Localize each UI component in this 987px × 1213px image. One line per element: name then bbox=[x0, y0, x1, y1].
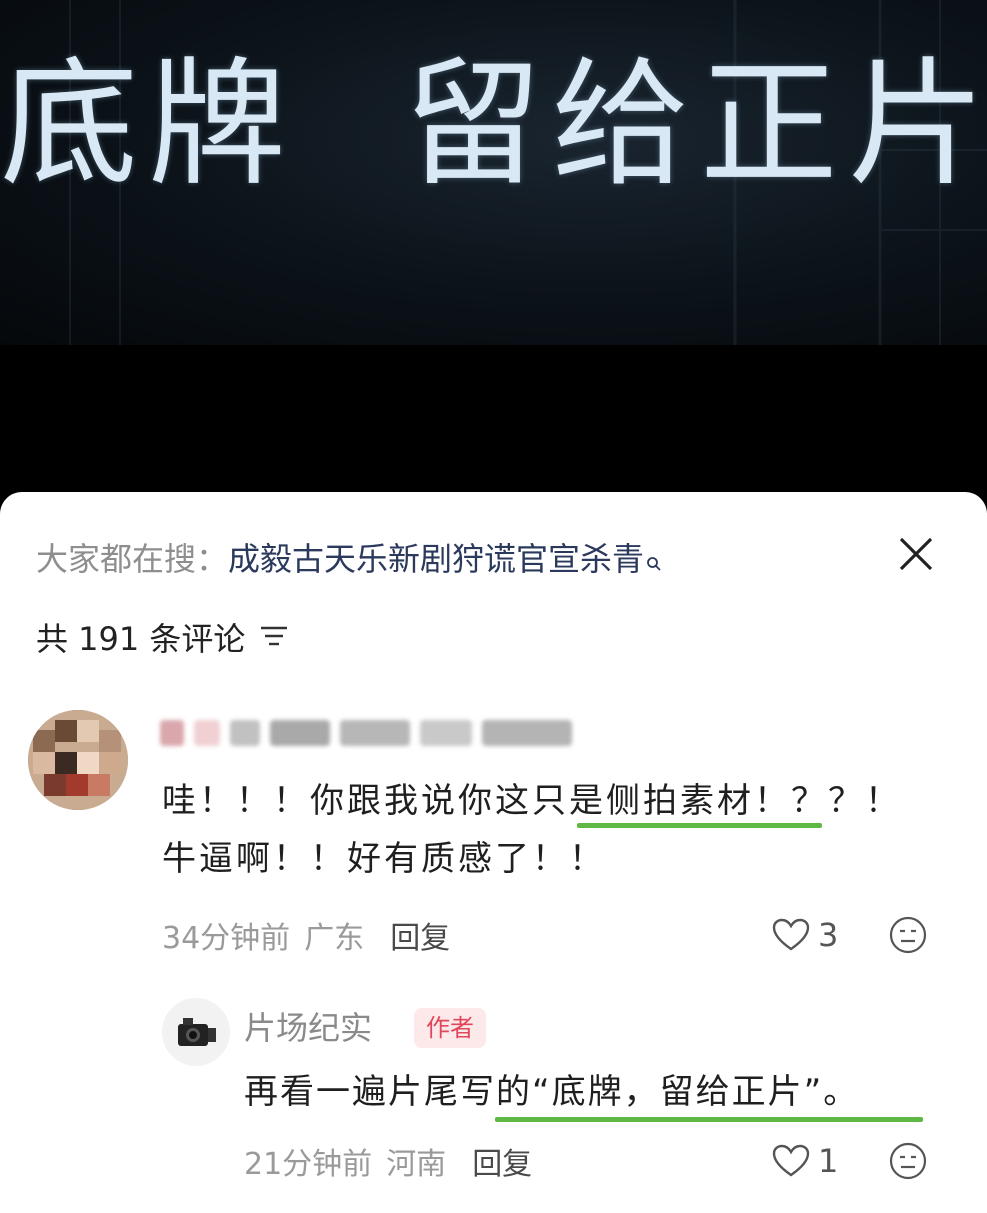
filter-lines-icon[interactable] bbox=[259, 618, 289, 656]
author-username[interactable]: 片场纪实 bbox=[244, 1004, 372, 1052]
like-button[interactable]: 3 bbox=[772, 910, 838, 960]
heart-icon bbox=[772, 918, 810, 951]
video-title-caption: 底牌 留给正片 bbox=[0, 44, 987, 205]
reply-button[interactable]: 回复 bbox=[472, 1139, 532, 1183]
trending-search-link[interactable]: 成毅古天乐新剧狩谎官宣杀青 bbox=[228, 540, 644, 578]
heart-icon bbox=[772, 1144, 810, 1177]
search-icon bbox=[646, 536, 662, 586]
username-blurred[interactable] bbox=[160, 714, 680, 752]
author-avatar[interactable] bbox=[162, 998, 230, 1066]
author-badge: 作者 bbox=[414, 1008, 486, 1048]
reply-time: 21分钟前 bbox=[244, 1147, 373, 1182]
avatar[interactable] bbox=[28, 710, 128, 810]
reply-location: 河南 bbox=[386, 1147, 447, 1182]
reply-button[interactable]: 回复 bbox=[390, 913, 450, 957]
reply-text: 再看一遍片尾写的“底牌，留给正片”。 bbox=[244, 1072, 860, 1112]
comment-time: 34分钟前 bbox=[162, 921, 291, 956]
reply-meta: 21分钟前 河南 回复 bbox=[244, 1136, 532, 1186]
trending-search-bar[interactable]: 大家都在搜：成毅古天乐新剧狩谎官宣杀青 bbox=[36, 534, 886, 584]
highlight-underline bbox=[577, 823, 822, 828]
comment-count-row[interactable]: 共 191 条评论 bbox=[36, 612, 289, 662]
comment-text-line: 牛逼啊！！好有质感了！！ bbox=[162, 839, 606, 879]
comment-text-line: 哇！！！你跟我说你这只是侧拍素材！？？！ bbox=[162, 781, 902, 821]
comment-meta: 34分钟前 广东 回复 bbox=[162, 910, 450, 960]
comment-sheet: 大家都在搜：成毅古天乐新剧狩谎官宣杀青 共 191 条评论 哇！！！你跟我说你这… bbox=[0, 492, 987, 1213]
video-player[interactable]: 底牌 留给正片 bbox=[0, 0, 987, 492]
like-count: 3 bbox=[818, 916, 839, 954]
comment-text: 哇！！！你跟我说你这只是侧拍素材！？？！ 牛逼啊！！好有质感了！！ bbox=[162, 772, 942, 888]
close-icon[interactable] bbox=[890, 528, 942, 580]
comment-location: 广东 bbox=[304, 921, 365, 956]
like-button[interactable]: 1 bbox=[772, 1136, 838, 1186]
highlight-underline bbox=[495, 1117, 923, 1122]
emoji-reaction-icon[interactable] bbox=[888, 915, 928, 955]
emoji-reaction-icon[interactable] bbox=[888, 1141, 928, 1181]
search-prefix-label: 大家都在搜： bbox=[36, 540, 229, 578]
comment-count: 共 191 条评论 bbox=[36, 620, 246, 658]
like-count: 1 bbox=[818, 1142, 839, 1180]
